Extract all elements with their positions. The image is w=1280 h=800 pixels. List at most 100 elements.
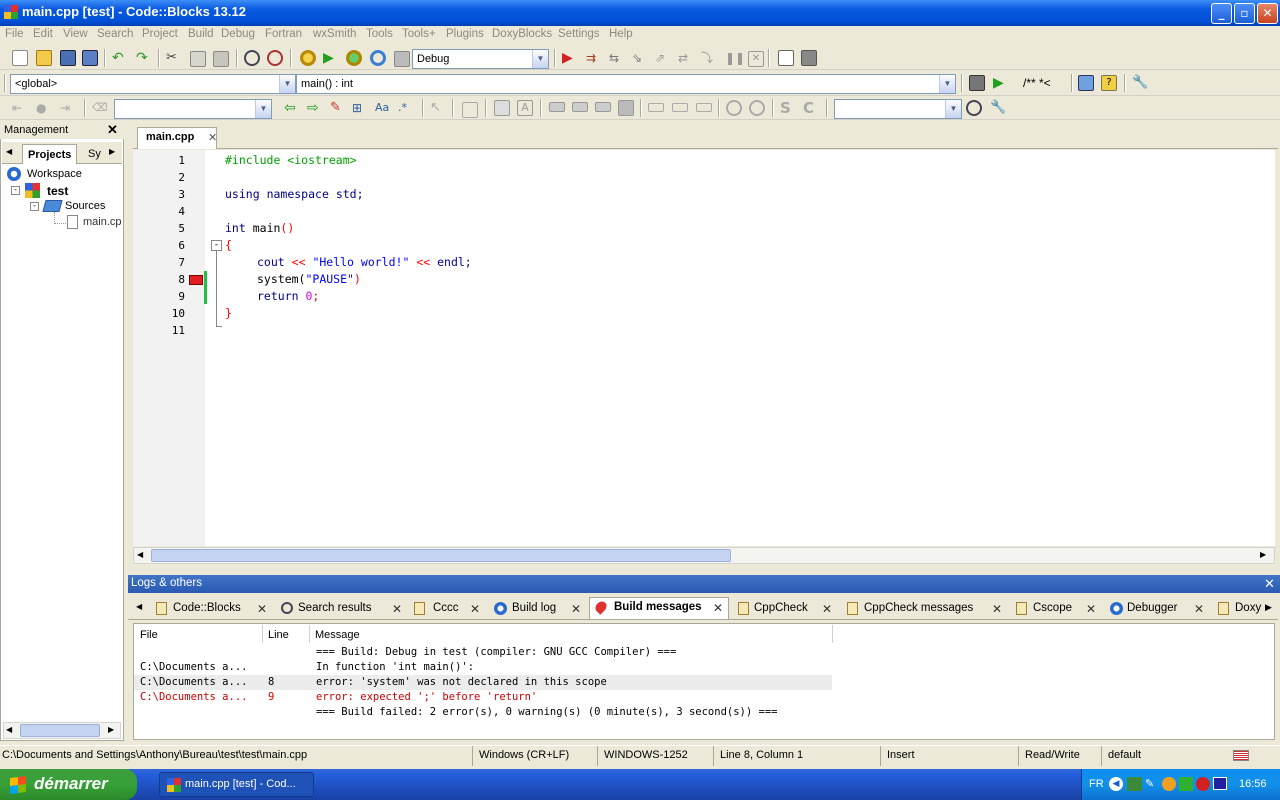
close-icon[interactable]: ✕ bbox=[1086, 602, 1096, 616]
language-indicator[interactable]: FR bbox=[1089, 778, 1104, 790]
menu-plugins[interactable]: Plugins bbox=[446, 28, 484, 40]
log-row-file[interactable]: C:\Documents a... bbox=[140, 661, 247, 673]
regex-icon[interactable]: .* bbox=[398, 100, 414, 116]
menu-doxyblocks[interactable]: DoxyBlocks bbox=[492, 28, 552, 40]
scroll-thumb[interactable] bbox=[20, 724, 100, 737]
tree-folder-sources[interactable]: Sources bbox=[65, 200, 105, 212]
back-arrow-icon[interactable]: ◀ bbox=[1109, 777, 1123, 791]
tab-symbols[interactable]: Sy bbox=[88, 148, 101, 160]
incremental-search-input[interactable]: ▼ bbox=[114, 99, 272, 119]
arrow-left-icon[interactable]: ⇦ bbox=[284, 100, 300, 116]
collapse-folder-icon[interactable]: - bbox=[30, 202, 39, 211]
menu-view[interactable]: View bbox=[63, 28, 88, 40]
tab-build-messages[interactable]: Build messages ✕ bbox=[589, 597, 729, 619]
image-icon[interactable] bbox=[494, 100, 510, 116]
debug-windows-icon[interactable] bbox=[778, 50, 794, 66]
menu-build[interactable]: Build bbox=[188, 28, 214, 40]
step-instruction-icon[interactable]: ⤵ bbox=[701, 50, 717, 66]
rebuild-icon[interactable] bbox=[370, 50, 386, 66]
button-icon[interactable] bbox=[549, 102, 565, 112]
column-header-file[interactable]: File bbox=[140, 629, 158, 641]
tab-doxy[interactable]: Doxy bbox=[1213, 599, 1268, 619]
step-out-icon[interactable]: ⇗ bbox=[655, 50, 671, 66]
minimize-button[interactable]: _ bbox=[1211, 3, 1232, 24]
symbol-select[interactable]: main() : int ▼ bbox=[296, 74, 956, 94]
doxy-help-icon[interactable]: ? bbox=[1101, 75, 1117, 91]
line-icon[interactable] bbox=[572, 102, 588, 112]
close-icon[interactable]: ✕ bbox=[992, 602, 1002, 616]
doxy-run-icon[interactable]: ▶ bbox=[993, 75, 1009, 91]
menu-search[interactable]: Search bbox=[97, 28, 133, 40]
close-icon[interactable]: ✕ bbox=[208, 131, 217, 144]
debug-info-icon[interactable] bbox=[801, 50, 817, 66]
tab-scroll-left-icon[interactable]: ◀ bbox=[136, 602, 142, 611]
pointer-icon[interactable]: ↖ bbox=[430, 100, 446, 116]
log-row-line[interactable]: 8 bbox=[268, 676, 274, 688]
tab-projects[interactable]: Projects bbox=[22, 144, 78, 164]
scroll-left-icon[interactable]: ◀ bbox=[6, 725, 12, 734]
wifi-icon[interactable] bbox=[1179, 777, 1193, 791]
tab-search-results[interactable]: Search results ✕ bbox=[276, 599, 406, 619]
menu-tools[interactable]: Tools bbox=[366, 28, 393, 40]
open-folder-icon[interactable] bbox=[36, 50, 52, 66]
tree-file-main[interactable]: main.cpp bbox=[83, 216, 121, 228]
close-icon[interactable]: ✕ bbox=[713, 601, 723, 615]
debug-start-icon[interactable]: ▶ bbox=[562, 50, 578, 66]
shape1-icon[interactable] bbox=[648, 103, 664, 112]
save-all-icon[interactable] bbox=[82, 50, 98, 66]
chevron-down-icon[interactable]: ▼ bbox=[945, 100, 961, 118]
comment-style-label[interactable]: /** *< bbox=[1023, 76, 1051, 90]
new-file-icon[interactable] bbox=[12, 50, 28, 66]
build-run-icon[interactable] bbox=[346, 50, 362, 66]
menu-project[interactable]: Project bbox=[142, 28, 178, 40]
taskbar-task-codeblocks[interactable]: main.cpp [test] - Cod... bbox=[159, 772, 314, 797]
build-gear-icon[interactable] bbox=[300, 50, 316, 66]
menu-tools-plus[interactable]: Tools+ bbox=[402, 28, 436, 40]
close-icon[interactable]: ✕ bbox=[107, 122, 118, 138]
close-icon[interactable]: ✕ bbox=[1264, 576, 1275, 592]
arrow-right-icon[interactable]: ⇨ bbox=[307, 100, 323, 116]
next-line-icon[interactable]: ⇆ bbox=[609, 50, 625, 66]
tab-cppcheck[interactable]: CppCheck ✕ bbox=[733, 599, 837, 619]
redo-icon[interactable]: ↷ bbox=[136, 50, 152, 66]
shape3-icon[interactable] bbox=[696, 103, 712, 112]
undo-icon[interactable]: ↶ bbox=[112, 50, 128, 66]
column-header-line[interactable]: Line bbox=[268, 629, 289, 641]
tab-cccc[interactable]: Cccc ✕ bbox=[409, 599, 486, 619]
stop-debug-icon[interactable]: ✕ bbox=[748, 51, 764, 67]
zoom-in-icon[interactable] bbox=[726, 100, 742, 116]
chevron-down-icon[interactable]: ▼ bbox=[532, 50, 548, 68]
match-case-icon[interactable]: Aa bbox=[375, 100, 391, 116]
tab-scroll-left-icon[interactable]: ◀ bbox=[6, 147, 12, 156]
menu-settings[interactable]: Settings bbox=[558, 28, 600, 40]
menu-file[interactable]: File bbox=[5, 28, 24, 40]
jump-forward-icon[interactable]: ⇥ bbox=[60, 100, 76, 116]
run-to-cursor-icon[interactable]: ⇉ bbox=[586, 50, 602, 66]
chevron-down-icon[interactable]: ▼ bbox=[939, 75, 955, 93]
tab-scroll-right-icon[interactable]: ▶ bbox=[1265, 603, 1272, 613]
search-combo[interactable]: ▼ bbox=[834, 99, 962, 119]
close-icon[interactable]: ✕ bbox=[571, 602, 581, 616]
clear-icon[interactable]: ⌫ bbox=[92, 100, 108, 116]
doxy-settings-icon[interactable]: 🔧 bbox=[1132, 75, 1148, 91]
close-icon[interactable]: ✕ bbox=[257, 602, 267, 616]
log-row-line[interactable]: 9 bbox=[268, 691, 274, 703]
column-header-message[interactable]: Message bbox=[315, 629, 360, 641]
log-row-message[interactable]: === Build: Debug in test (compiler: GNU … bbox=[316, 646, 676, 658]
doxy-html-icon[interactable] bbox=[1078, 75, 1094, 91]
jump-back-icon[interactable]: ⇤ bbox=[12, 100, 28, 116]
doxy-wizard-icon[interactable] bbox=[969, 75, 985, 91]
tab-cscope[interactable]: Cscope ✕ bbox=[1011, 599, 1102, 619]
log-row-message[interactable]: error: expected ';' before 'return' bbox=[316, 691, 537, 703]
scope-select[interactable]: <global> ▼ bbox=[10, 74, 296, 94]
find-icon[interactable] bbox=[244, 50, 260, 66]
tab-build-log[interactable]: Build log ✕ bbox=[490, 599, 586, 619]
network-icon[interactable] bbox=[1127, 777, 1142, 791]
paste-icon[interactable] bbox=[213, 51, 229, 67]
menu-debug[interactable]: Debug bbox=[221, 28, 255, 40]
step-into-icon[interactable]: ⇘ bbox=[632, 50, 648, 66]
close-icon[interactable]: ✕ bbox=[1194, 602, 1204, 616]
management-hscrollbar[interactable]: ◀ ▶ bbox=[3, 722, 121, 739]
tab-main-cpp[interactable]: main.cpp bbox=[137, 127, 217, 149]
tab-scroll-right-icon[interactable]: ▶ bbox=[109, 147, 115, 156]
